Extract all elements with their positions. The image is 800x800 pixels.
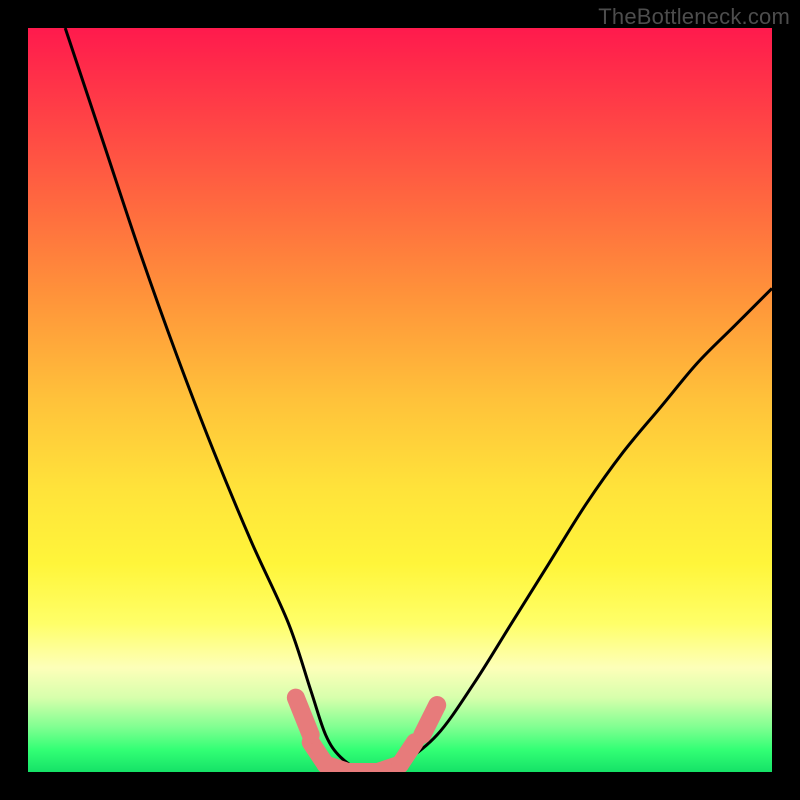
marker-nub-left xyxy=(296,698,311,735)
marker-nub-right xyxy=(422,705,437,735)
watermark-text: TheBottleneck.com xyxy=(598,4,790,30)
chart-plot-area xyxy=(28,28,772,772)
marker-segment xyxy=(400,742,415,764)
curve-path xyxy=(65,28,772,772)
bottleneck-curve xyxy=(28,28,772,772)
chart-frame: TheBottleneck.com xyxy=(0,0,800,800)
